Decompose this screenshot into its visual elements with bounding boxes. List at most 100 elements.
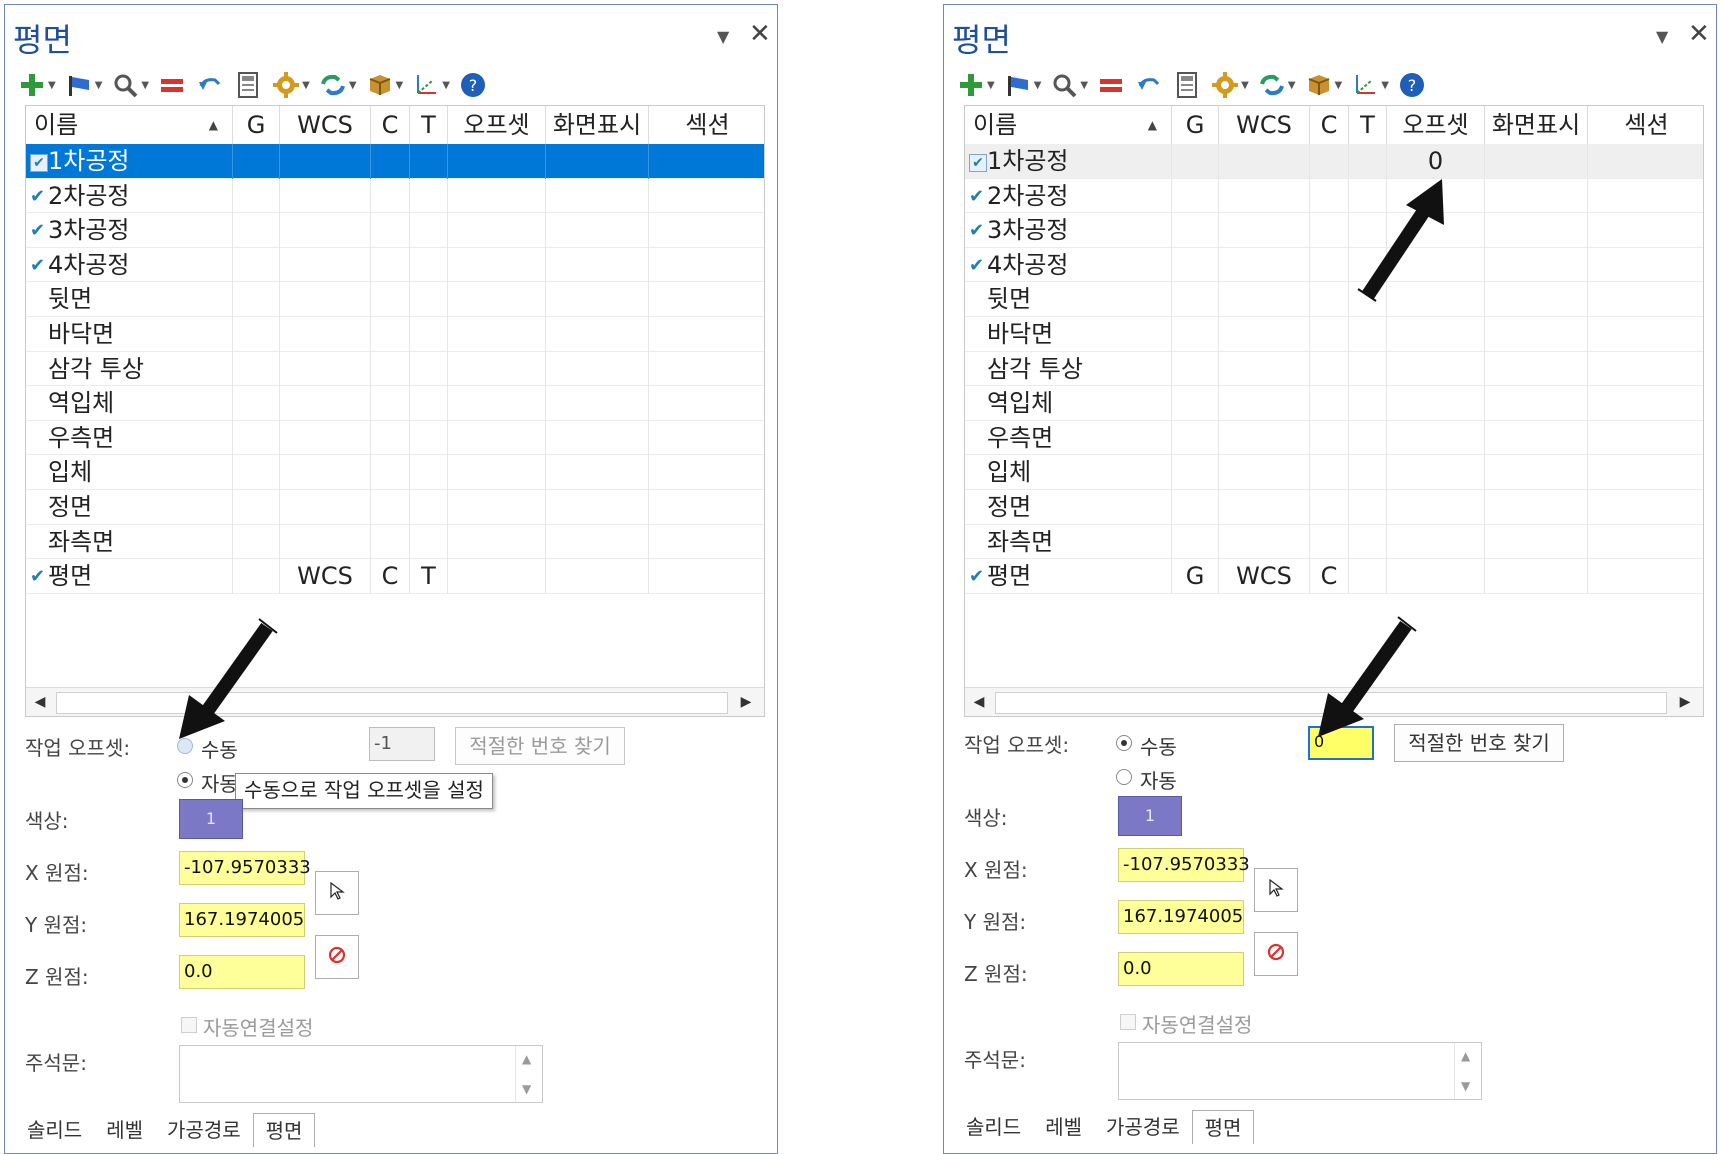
scroll-left-icon[interactable]: ◀ — [965, 688, 993, 716]
equal-button[interactable] — [1094, 67, 1128, 103]
checkmark-icon[interactable]: ✔ — [969, 154, 987, 172]
scroll-thumb[interactable] — [56, 692, 728, 714]
panel-close-icon[interactable]: ✕ — [1688, 19, 1710, 49]
memo-scrollbar[interactable]: ▲ ▼ — [515, 1046, 542, 1102]
dropdown-arrow-icon[interactable]: ▼ — [1080, 80, 1088, 91]
col-header-t[interactable]: T — [410, 106, 448, 144]
work-offset-field[interactable]: -1 — [369, 727, 435, 761]
auto-radio[interactable] — [1116, 769, 1132, 785]
col-header-offset[interactable]: 오프셋 — [1387, 106, 1485, 144]
dropdown-arrow-icon[interactable]: ▼ — [48, 80, 56, 91]
scroll-down-icon[interactable]: ▼ — [522, 1082, 531, 1096]
col-header-wcs[interactable]: WCS — [1219, 106, 1310, 144]
table-row[interactable]: 바닥면 — [965, 317, 1703, 352]
col-header-c[interactable]: C — [371, 106, 410, 144]
checkmark-icon[interactable]: ✔ — [30, 187, 46, 205]
flag-button[interactable]: ▼ — [1001, 67, 1044, 103]
table-row[interactable]: ✔ 3차공정 — [26, 213, 764, 248]
flag-button[interactable]: ▼ — [62, 67, 105, 103]
col-header-g[interactable]: G — [1172, 106, 1219, 144]
panel-close-icon[interactable]: ✕ — [749, 19, 771, 49]
auto-link-checkbox[interactable] — [1120, 1014, 1136, 1030]
pick-origin-button[interactable] — [315, 871, 359, 915]
dropdown-arrow-icon[interactable]: ▼ — [1288, 80, 1296, 91]
tab-toolpaths[interactable]: 가공경로 — [155, 1113, 253, 1147]
x-origin-field[interactable]: -107.9570333 — [179, 851, 311, 885]
find-number-button[interactable]: 적절한 번호 찾기 — [455, 727, 625, 765]
clear-origin-button[interactable] — [315, 935, 359, 979]
color-swatch[interactable]: 1 — [1118, 796, 1182, 836]
table-row[interactable]: 정면 — [26, 490, 764, 525]
checkmark-icon[interactable]: ✔ — [30, 154, 48, 172]
checkmark-icon[interactable]: ✔ — [30, 568, 46, 586]
tab-planes[interactable]: 평면 — [252, 1113, 316, 1147]
table-row[interactable]: 좌측면 — [26, 524, 764, 560]
table-row[interactable]: 역입체 — [965, 386, 1703, 421]
table-row[interactable]: ✔ 평면 WCS C T — [26, 559, 764, 594]
clear-origin-button[interactable] — [1254, 932, 1298, 976]
col-header-display[interactable]: 화면표시 — [546, 106, 649, 144]
table-row[interactable]: ✔ 평면 G WCS C — [965, 559, 1703, 594]
table-row[interactable]: ✔ 2차공정 — [965, 178, 1703, 214]
checkmark-icon[interactable]: ✔ — [30, 222, 46, 240]
col-header-wcs[interactable]: WCS — [280, 106, 371, 144]
table-row[interactable]: 입체 — [26, 455, 764, 490]
col-header-section[interactable]: 섹션 — [649, 106, 764, 144]
col-header-display[interactable]: 화면표시 — [1485, 106, 1588, 144]
dropdown-arrow-icon[interactable]: ▼ — [987, 80, 995, 91]
scroll-up-icon[interactable]: ▲ — [1461, 1049, 1470, 1063]
checkmark-icon[interactable]: ✔ — [969, 568, 985, 586]
memo-scrollbar[interactable]: ▲ ▼ — [1454, 1043, 1481, 1099]
tab-solids[interactable]: 솔리드 — [954, 1110, 1033, 1144]
tab-levels[interactable]: 레벨 — [94, 1113, 155, 1147]
checkmark-icon[interactable]: ✔ — [30, 256, 46, 274]
table-row[interactable]: 우측면 — [26, 420, 764, 456]
pick-origin-button[interactable] — [1254, 868, 1298, 912]
col-header-t[interactable]: T — [1349, 106, 1387, 144]
tab-levels[interactable]: 레벨 — [1033, 1110, 1094, 1144]
settings-button[interactable]: ▼ — [1208, 67, 1251, 103]
col-header-name[interactable]: 이름 ▲ — [965, 106, 1172, 144]
settings-button[interactable]: ▼ — [269, 67, 312, 103]
col-header-name[interactable]: 이름 ▲ — [26, 106, 233, 144]
auto-radio[interactable] — [177, 772, 193, 788]
box-button[interactable]: ▼ — [1302, 67, 1345, 103]
dropdown-arrow-icon[interactable]: ▼ — [302, 80, 310, 91]
calculator-button[interactable] — [231, 67, 265, 103]
table-row[interactable]: 좌측면 — [965, 524, 1703, 560]
undo-button[interactable] — [1132, 67, 1166, 103]
table-row[interactable]: 역입체 — [26, 386, 764, 421]
add-button[interactable]: ▼ — [954, 67, 997, 103]
dropdown-arrow-icon[interactable]: ▼ — [95, 80, 103, 91]
table-row[interactable]: ✔ 1차공정 0 — [965, 144, 1703, 179]
table-row[interactable]: 입체 — [965, 455, 1703, 490]
zoom-button[interactable]: ▼ — [108, 67, 151, 103]
undo-button[interactable] — [193, 67, 227, 103]
help-button[interactable]: ? — [456, 67, 490, 103]
scroll-down-icon[interactable]: ▼ — [1461, 1079, 1470, 1093]
equal-button[interactable] — [155, 67, 189, 103]
help-button[interactable]: ? — [1395, 67, 1429, 103]
calculator-button[interactable] — [1170, 67, 1204, 103]
refresh-button[interactable]: ▼ — [1255, 67, 1298, 103]
scroll-right-icon[interactable]: ▶ — [1671, 688, 1699, 716]
table-row[interactable]: 정면 — [965, 490, 1703, 525]
tab-planes[interactable]: 평면 — [1191, 1110, 1255, 1144]
memo-textarea[interactable]: ▲ ▼ — [1118, 1042, 1482, 1100]
axis-button[interactable]: ▼ — [1348, 67, 1391, 103]
table-row[interactable]: 삼각 투상 — [965, 351, 1703, 387]
z-origin-field[interactable]: 0.0 — [1118, 952, 1244, 986]
table-row[interactable]: 뒷면 — [965, 282, 1703, 317]
table-row[interactable]: 바닥면 — [26, 317, 764, 352]
horizontal-scrollbar[interactable]: ◀ ▶ — [26, 687, 764, 716]
table-row[interactable]: ✔ 4차공정 — [26, 247, 764, 283]
checkmark-icon[interactable]: ✔ — [969, 187, 985, 205]
dropdown-arrow-icon[interactable]: ▼ — [442, 80, 450, 91]
zoom-button[interactable]: ▼ — [1047, 67, 1090, 103]
col-header-c[interactable]: C — [1310, 106, 1349, 144]
dropdown-arrow-icon[interactable]: ▼ — [349, 80, 357, 91]
scroll-right-icon[interactable]: ▶ — [732, 688, 760, 716]
dropdown-arrow-icon[interactable]: ▼ — [1034, 80, 1042, 91]
color-swatch[interactable]: 1 — [179, 799, 243, 839]
panel-menu-chevron-icon[interactable]: ▼ — [1656, 27, 1668, 46]
